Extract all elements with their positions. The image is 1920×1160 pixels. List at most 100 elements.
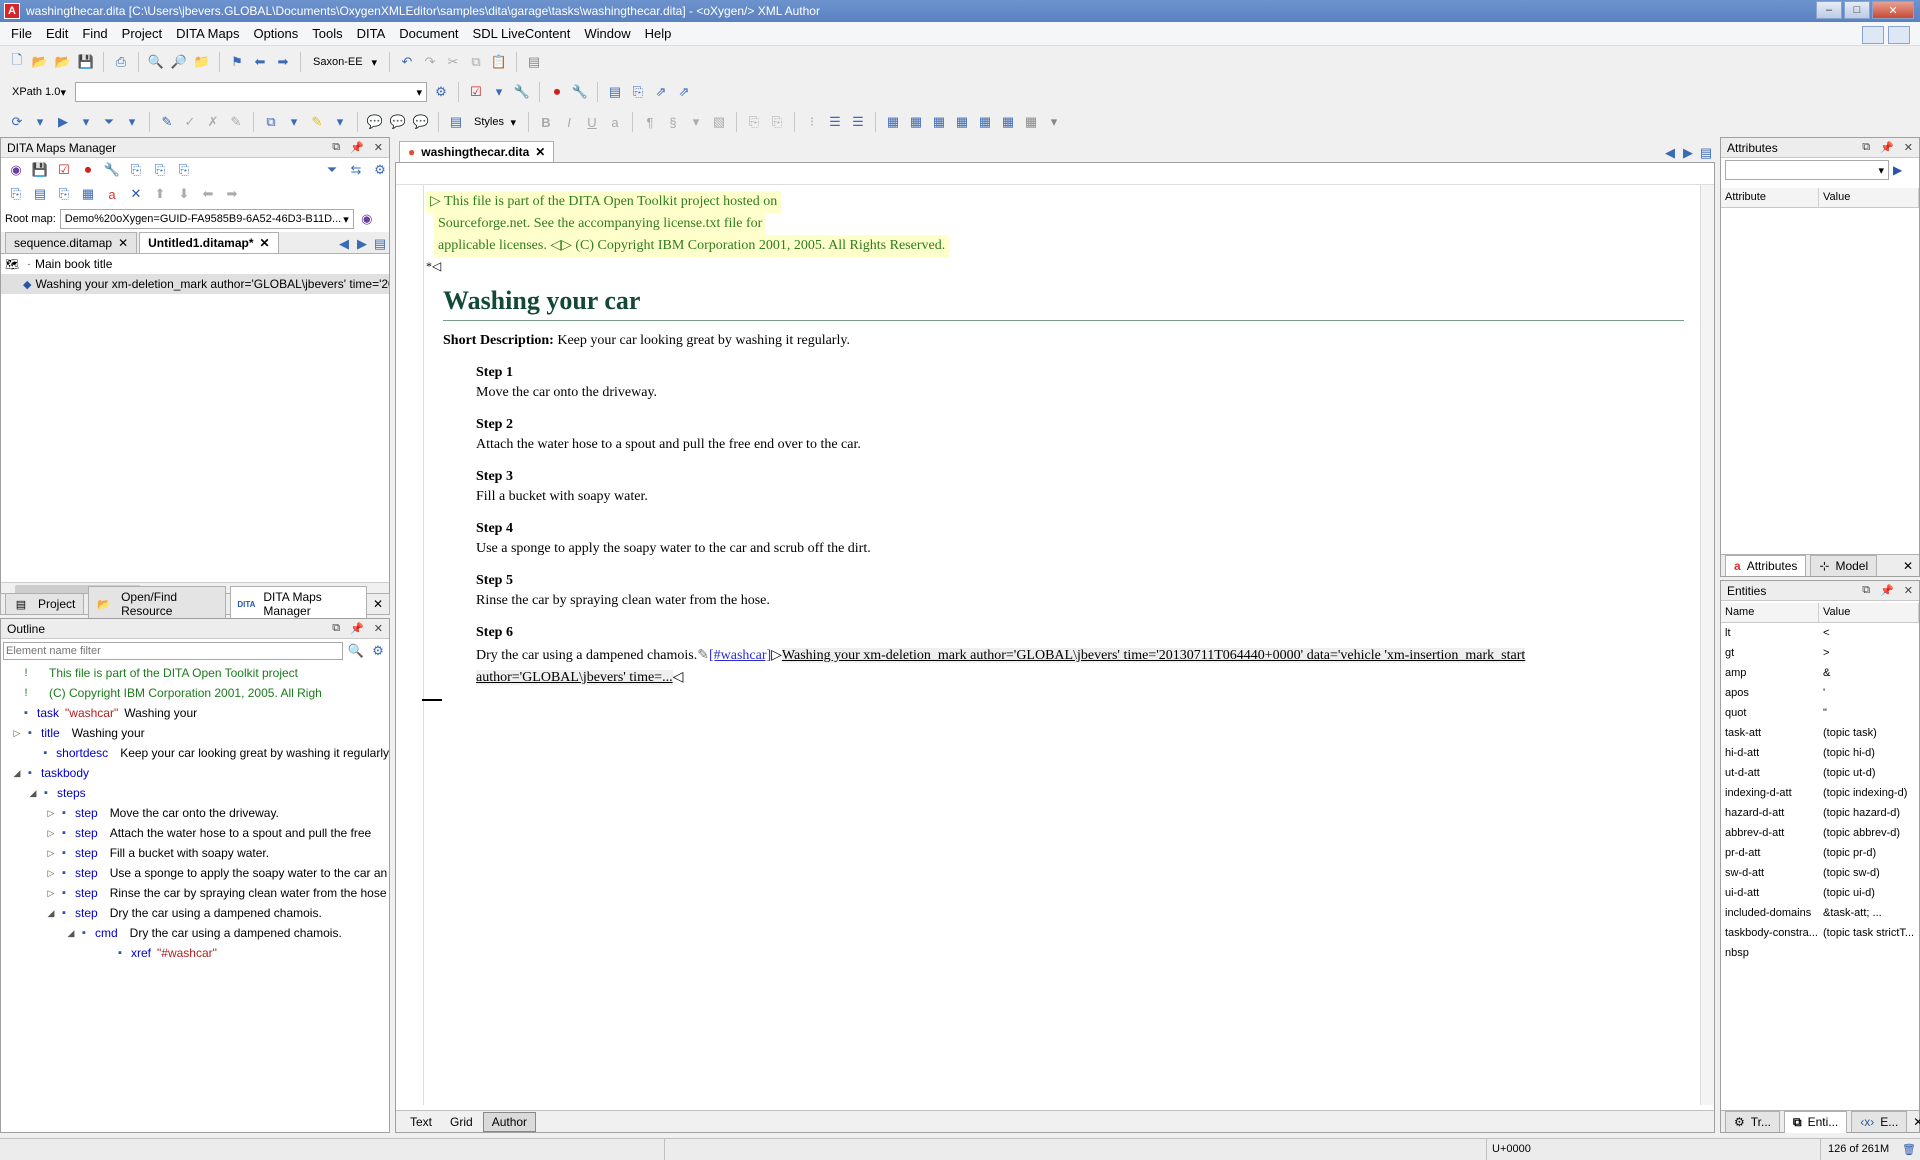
export-icon[interactable]: ⇗ bbox=[675, 83, 693, 101]
entity-row[interactable]: hi-d-att (topic hi-d) bbox=[1721, 743, 1919, 763]
dita-preview-icon[interactable]: ⎘ bbox=[629, 83, 647, 101]
paragraph-icon[interactable]: ¶ bbox=[641, 113, 659, 131]
open-map-icon[interactable]: ◉ bbox=[7, 161, 25, 179]
delete-column-icon[interactable]: ▦ bbox=[999, 113, 1017, 131]
insert-reltable-icon[interactable]: ▦ bbox=[79, 185, 97, 203]
tabs-menu-icon[interactable]: ▤ bbox=[371, 235, 389, 253]
tab-elements[interactable]: ‹x› E... bbox=[1851, 1111, 1908, 1132]
configure-validation-icon[interactable]: 🔧 bbox=[513, 83, 531, 101]
tab-sequence-ditamap[interactable]: sequence.ditamap ✕ bbox=[5, 232, 138, 253]
table-dropdown-icon[interactable]: ▾ bbox=[1045, 113, 1063, 131]
tabs-right-icon[interactable]: ▶ bbox=[353, 235, 371, 253]
pin-panel-icon[interactable]: 📌 bbox=[350, 141, 364, 154]
paste-icon[interactable]: 📋 bbox=[490, 53, 508, 71]
xref-washcar[interactable]: [#washcar] bbox=[709, 648, 771, 663]
ordered-list-icon[interactable]: ☰ bbox=[849, 113, 867, 131]
insert-cross-ref-icon[interactable]: ⎘ bbox=[745, 113, 763, 131]
mode-grid[interactable]: Grid bbox=[442, 1113, 481, 1131]
folder-icon[interactable]: 📁 bbox=[193, 53, 211, 71]
xpath-query-input[interactable]: ▾ bbox=[75, 82, 427, 102]
root-map-select[interactable]: Demo%20oXygen=GUID-FA9585B9-6A52-46D3-B1… bbox=[59, 209, 354, 229]
move-down-icon[interactable]: ⬇ bbox=[175, 185, 193, 203]
close-panel-icon[interactable]: ✕ bbox=[1904, 141, 1913, 154]
map-tree-topicref[interactable]: ◆ Washing your xm-deletion_mark author='… bbox=[1, 274, 389, 294]
insert-list-icon[interactable]: ⁝ bbox=[803, 113, 821, 131]
entity-row[interactable]: gt > bbox=[1721, 643, 1919, 663]
step-cmd[interactable]: Move the car onto the driveway. bbox=[476, 385, 1684, 401]
expand-toggle-icon[interactable]: ▷ bbox=[45, 808, 57, 819]
share-icon[interactable]: ⇗ bbox=[652, 83, 670, 101]
step-4[interactable]: Step 4 Use a sponge to apply the soapy wa… bbox=[476, 521, 1684, 557]
outline-comment-row[interactable]: ! (C) Copyright IBM Corporation 2001, 200… bbox=[1, 683, 389, 703]
outline-step-row[interactable]: ▷ ▪ step Fill a bucket with soapy water. bbox=[1, 843, 389, 863]
run-transform-icon[interactable]: ⚑ bbox=[228, 53, 246, 71]
expand-toggle-icon[interactable]: ▷ bbox=[45, 888, 57, 899]
attribute-go-icon[interactable]: ▶ bbox=[1893, 163, 1902, 177]
subscript-icon[interactable]: a bbox=[606, 113, 624, 131]
demote-icon[interactable]: ➡ bbox=[223, 185, 241, 203]
accept-change-icon[interactable]: ✓ bbox=[181, 113, 199, 131]
edit-comment-icon[interactable]: 💬 bbox=[389, 113, 407, 131]
perspective-xslt-icon[interactable] bbox=[1888, 26, 1910, 44]
insert-row-below-icon[interactable]: ▦ bbox=[907, 113, 925, 131]
entity-row[interactable]: ut-d-att (topic ut-d) bbox=[1721, 763, 1919, 783]
close-window-button[interactable]: ✕ bbox=[1872, 1, 1914, 19]
move-up-icon[interactable]: ⬆ bbox=[151, 185, 169, 203]
outline-step-row[interactable]: ▷ ▪ step Use a sponge to apply the soapy wa… bbox=[1, 863, 389, 883]
track-changes-icon[interactable]: ✎ bbox=[158, 113, 176, 131]
cut-icon[interactable]: ✂ bbox=[444, 53, 462, 71]
expand-toggle-icon[interactable]: ▷ bbox=[45, 868, 57, 879]
insert-element-icon[interactable]: ▶ bbox=[54, 113, 72, 131]
close-tab-icon[interactable]: ✕ bbox=[260, 236, 270, 250]
entity-row[interactable]: task-att (topic task) bbox=[1721, 723, 1919, 743]
open-url-icon[interactable]: 📂 bbox=[54, 53, 72, 71]
outline-shortdesc-row[interactable]: ▪ shortdesc Keep your car looking great by… bbox=[1, 743, 389, 763]
insert-row-above-icon[interactable]: ▦ bbox=[930, 113, 948, 131]
close-tab-icon[interactable]: ✕ bbox=[535, 145, 545, 159]
unordered-list-icon[interactable]: ☰ bbox=[826, 113, 844, 131]
save-icon[interactable]: 💾 bbox=[77, 53, 95, 71]
menu-window[interactable]: Window bbox=[577, 26, 637, 41]
italic-icon[interactable]: I bbox=[560, 113, 578, 131]
step-cmd[interactable]: Use a sponge to apply the soapy water to… bbox=[476, 541, 1684, 557]
delete-icon[interactable]: ✕ bbox=[127, 185, 145, 203]
tab-project[interactable]: ▤ Project bbox=[5, 593, 85, 615]
insert-topicref-icon[interactable]: ⎘ bbox=[127, 161, 145, 179]
copy-icon[interactable]: ⧉ bbox=[467, 53, 485, 71]
menu-document[interactable]: Document bbox=[392, 26, 465, 41]
menu-edit[interactable]: Edit bbox=[39, 26, 75, 41]
outline-comment-row[interactable]: ! This file is part of the DITA Open Tool… bbox=[1, 663, 389, 683]
deletion-mark-continued[interactable]: author='GLOBAL\jbevers' time=... bbox=[476, 670, 673, 685]
underline-icon[interactable]: U bbox=[583, 113, 601, 131]
validate-icon[interactable]: ☑ bbox=[467, 83, 485, 101]
menu-sdl-livecontent[interactable]: SDL LiveContent bbox=[466, 26, 578, 41]
author-editor[interactable]: ▷ This file is part of the DITA Open Too… bbox=[395, 162, 1715, 1133]
element-name-filter-input[interactable] bbox=[3, 642, 343, 660]
float-panel-icon[interactable]: ⧉ bbox=[332, 141, 340, 154]
outline-cmd-row[interactable]: ◢ ▪ cmd Dry the car using a dampened chamoi… bbox=[1, 923, 389, 943]
close-tabs-icon[interactable]: ✕ bbox=[1913, 1115, 1920, 1129]
insert-topichead-icon[interactable]: ⎘ bbox=[55, 185, 73, 203]
expand-toggle-icon[interactable]: ▷ bbox=[45, 848, 57, 859]
comment-change-icon[interactable]: ✎ bbox=[227, 113, 245, 131]
insert-image-icon[interactable]: ▧ bbox=[710, 113, 728, 131]
outline-step-row[interactable]: ▷ ▪ step Rinse the car by spraying clean wa… bbox=[1, 883, 389, 903]
menu-dita-maps[interactable]: DITA Maps bbox=[169, 26, 246, 41]
entity-row[interactable]: amp & bbox=[1721, 663, 1919, 683]
section-icon[interactable]: § bbox=[664, 113, 682, 131]
expand-toggle-icon[interactable]: ◢ bbox=[65, 928, 77, 939]
entity-row[interactable]: nbsp bbox=[1721, 943, 1919, 963]
tab-model[interactable]: ⊹ Model bbox=[1810, 555, 1878, 576]
outline-steps-row[interactable]: ◢ ▪ steps bbox=[1, 783, 389, 803]
entity-row[interactable]: hazard-d-att (topic hazard-d) bbox=[1721, 803, 1919, 823]
print-icon[interactable]: ⎙ bbox=[112, 53, 130, 71]
remove-comment-icon[interactable]: 💬 bbox=[412, 113, 430, 131]
menu-help[interactable]: Help bbox=[638, 26, 679, 41]
document-content[interactable]: ▷ This file is part of the DITA Open Too… bbox=[422, 191, 1684, 1101]
tab-entities[interactable]: ⧉ Enti... bbox=[1784, 1110, 1848, 1133]
validate-map-icon[interactable]: ☑ bbox=[55, 161, 73, 179]
validate-options-icon[interactable]: ▾ bbox=[490, 83, 508, 101]
step-cmd[interactable]: Rinse the car by spraying clean water fr… bbox=[476, 593, 1684, 609]
styles-select[interactable]: Styles ▾ bbox=[470, 112, 520, 132]
outline-taskbody-row[interactable]: ◢ ▪ taskbody bbox=[1, 763, 389, 783]
